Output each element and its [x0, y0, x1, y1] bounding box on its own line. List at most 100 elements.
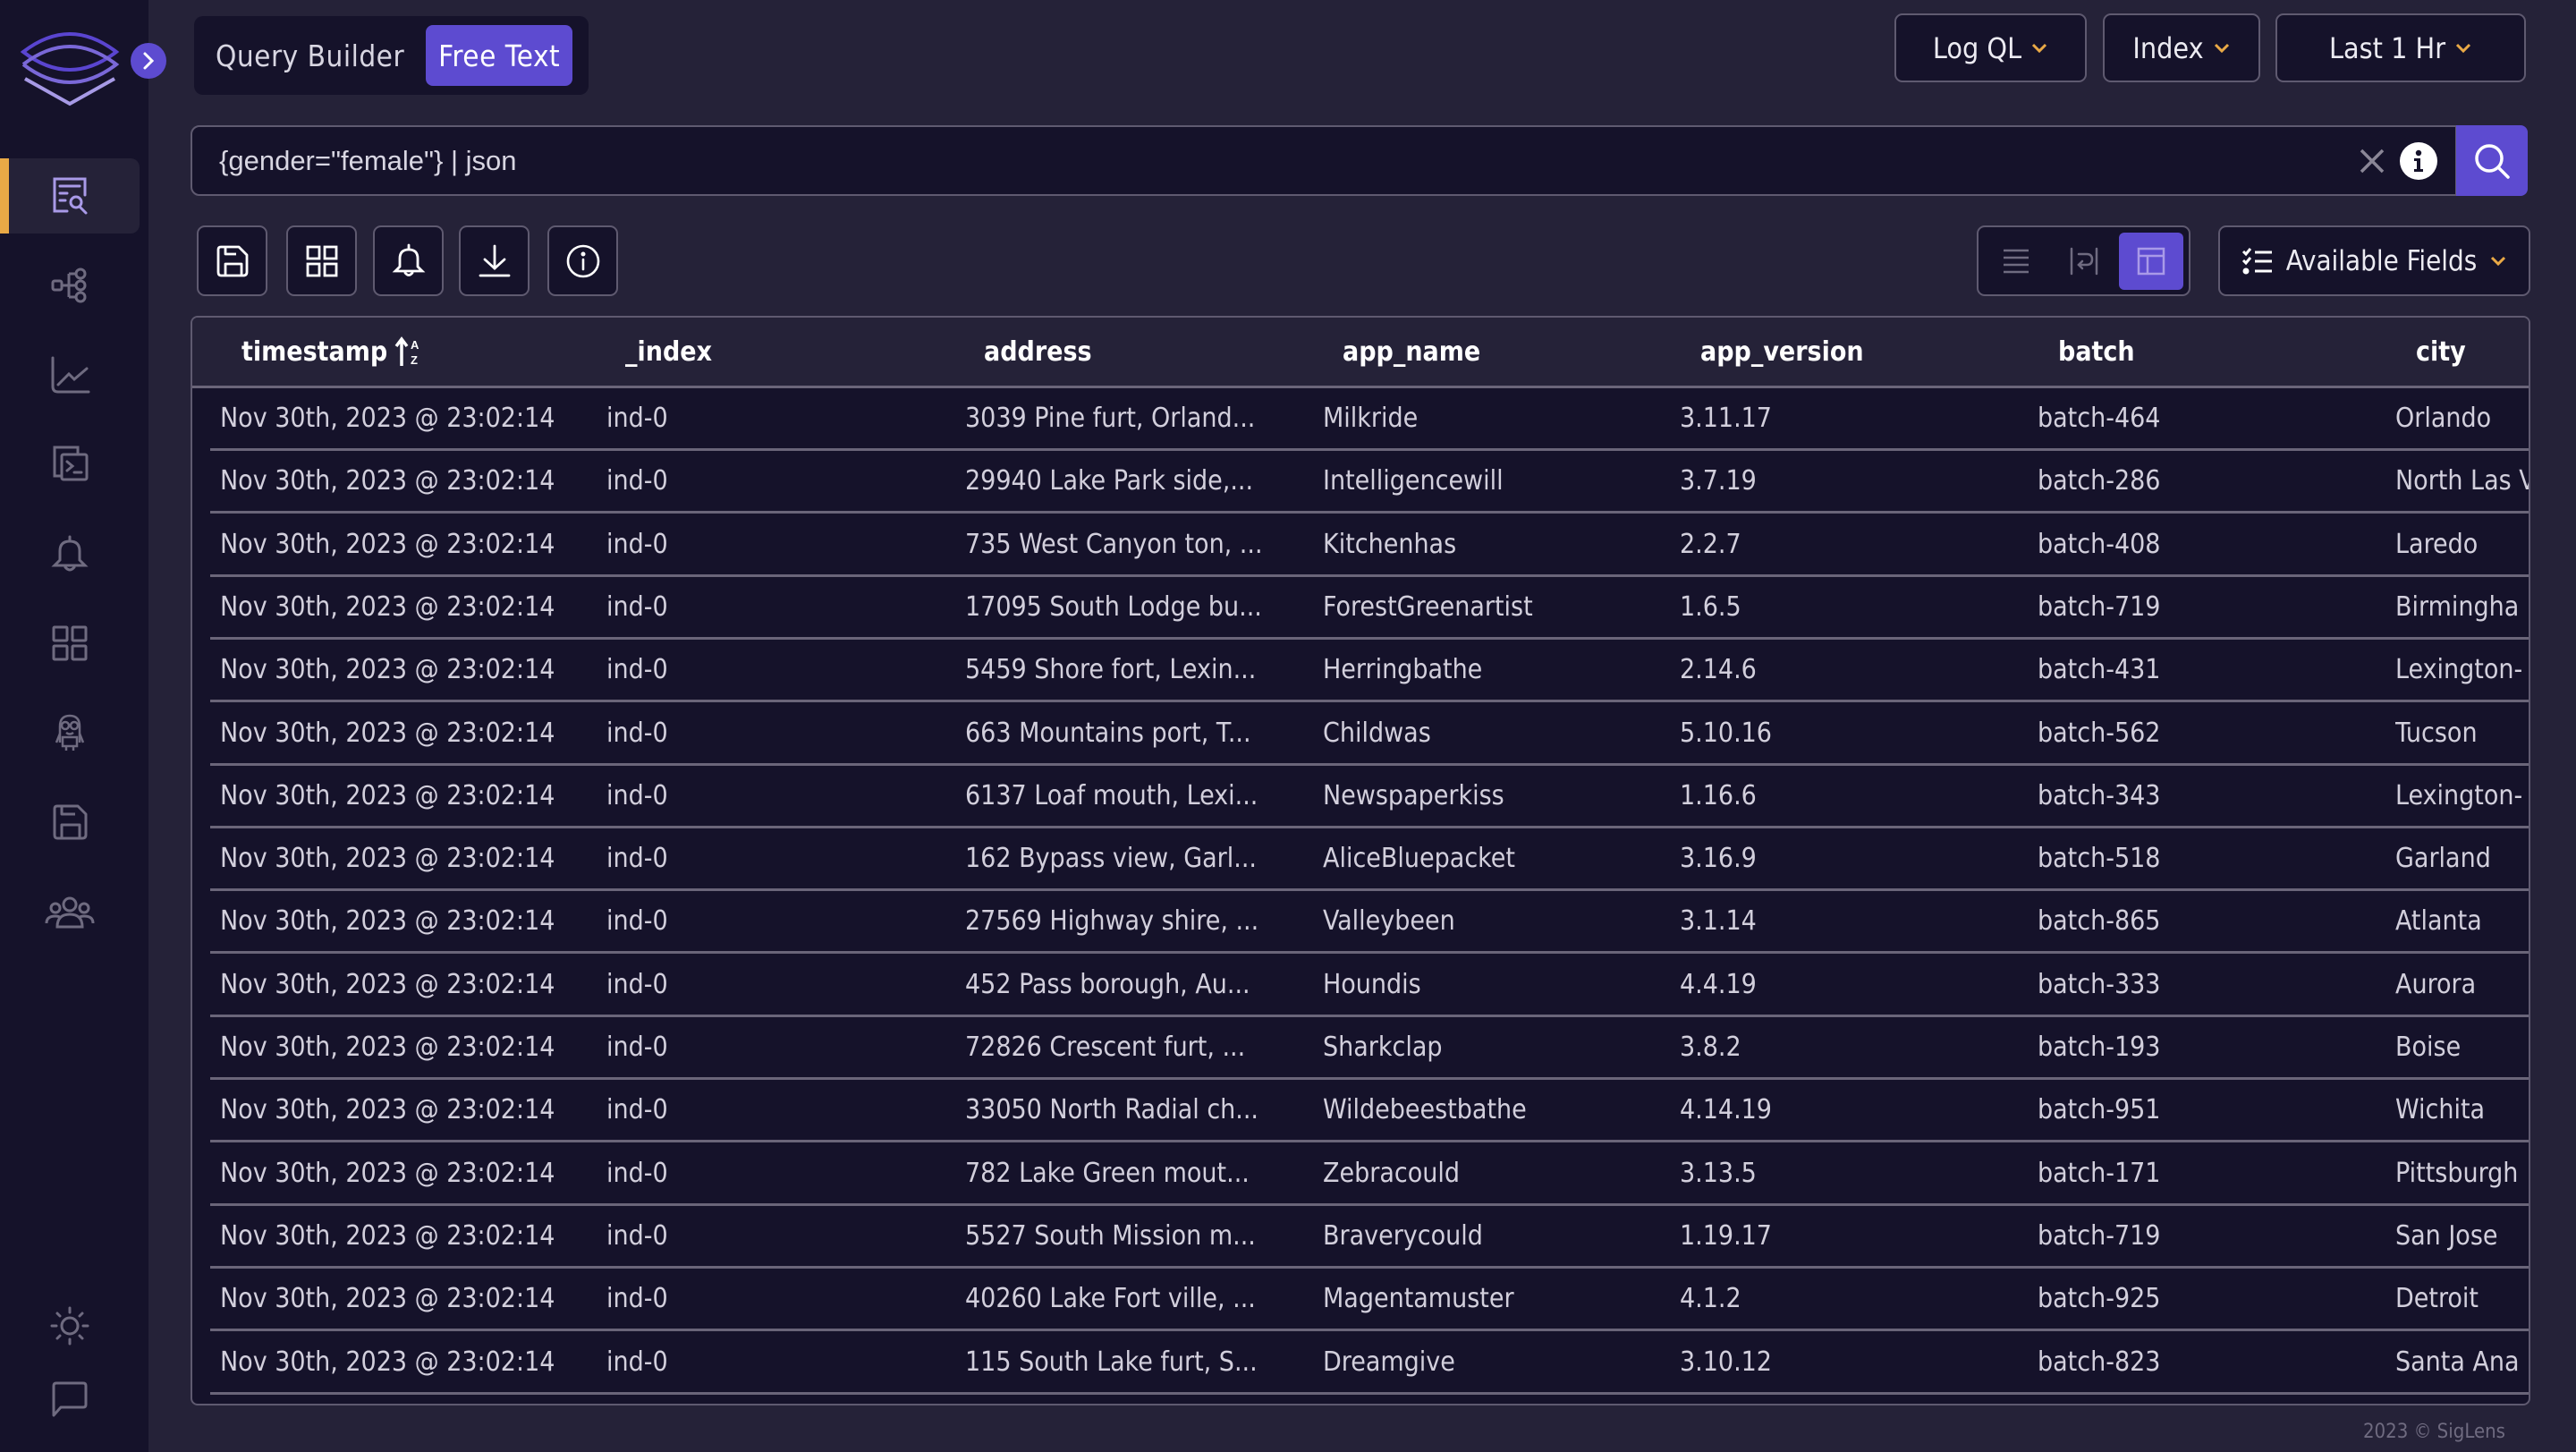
cell-address: 5527 South Mission m... [965, 1219, 1256, 1252]
table-row[interactable]: Nov 30th, 2023 @ 23:02:14 ind-0 72826 Cres… [210, 1017, 2529, 1080]
query-language-dropdown[interactable]: Log QL [1894, 13, 2087, 82]
log-search-icon [53, 177, 88, 215]
sidebar-item-alerts[interactable] [0, 516, 140, 591]
table-row[interactable]: Nov 30th, 2023 @ 23:02:14 ind-0 5459 Shore… [210, 640, 2529, 703]
cell-index: ind-0 [606, 465, 668, 497]
column-header-timestamp[interactable]: timestamp AZ [242, 318, 425, 386]
column-header-index[interactable]: _index [625, 318, 712, 386]
chevron-right-icon [143, 52, 155, 70]
cell-app-version: 4.1.2 [1680, 1283, 1741, 1315]
cell-app-name: ForestGreenartist [1323, 590, 1533, 623]
save-query-button[interactable] [197, 225, 267, 296]
tab-free-text[interactable]: Free Text [426, 25, 573, 86]
cell-index: ind-0 [606, 1283, 668, 1315]
table-icon [2137, 247, 2165, 275]
cell-batch: batch-865 [2038, 905, 2161, 938]
add-to-dashboard-button[interactable] [286, 225, 357, 296]
query-details-button[interactable] [547, 225, 618, 296]
view-wrap-lines-button[interactable] [2052, 233, 2116, 290]
index-dropdown[interactable]: Index [2103, 13, 2260, 82]
cell-city: North Las V [2395, 465, 2530, 497]
cell-index: ind-0 [606, 1346, 668, 1378]
column-header-app-name[interactable]: app_name [1343, 318, 1480, 386]
view-single-line-button[interactable] [1984, 233, 2048, 290]
clear-query-button[interactable] [2351, 140, 2393, 182]
table-row[interactable]: Nov 30th, 2023 @ 23:02:14 ind-0 27569 High… [210, 891, 2529, 955]
cell-app-name: Dreamgive [1323, 1346, 1455, 1378]
table-row[interactable]: Nov 30th, 2023 @ 23:02:14 ind-0 29940 Lake… [210, 451, 2529, 514]
table-row[interactable]: Nov 30th, 2023 @ 23:02:14 ind-0 452 Pass b… [210, 955, 2529, 1017]
table-row[interactable]: Nov 30th, 2023 @ 23:02:14 ind-0 735 West C… [210, 514, 2529, 577]
table-row[interactable]: Nov 30th, 2023 @ 23:02:14 ind-0 5527 South… [210, 1206, 2529, 1269]
cell-app-name: Milkride [1323, 403, 1419, 434]
cell-address: 162 Bypass view, Garl... [965, 843, 1257, 875]
table-row[interactable]: Nov 30th, 2023 @ 23:02:14 ind-0 6137 Loaf … [210, 766, 2529, 828]
cell-address: 27569 Highway shire, ... [965, 905, 1259, 938]
sidebar-item-dashboards[interactable] [0, 606, 140, 681]
sidebar-item-users[interactable] [0, 874, 140, 949]
sidebar-item-minion-searches[interactable] [0, 695, 140, 770]
siglens-logo[interactable] [20, 25, 120, 107]
expand-sidebar-button[interactable] [131, 43, 166, 79]
feedback-button[interactable] [0, 1362, 140, 1437]
cell-timestamp: Nov 30th, 2023 @ 23:02:14 [220, 717, 555, 749]
cell-batch: batch-343 [2038, 779, 2161, 811]
line-chart-icon [51, 356, 90, 394]
cell-city: Aurora [2395, 968, 2477, 1000]
sidebar-item-live-tail[interactable] [0, 427, 140, 502]
table-row[interactable]: Nov 30th, 2023 @ 23:02:14 ind-0 162 Bypass… [210, 828, 2529, 892]
cell-batch: batch-286 [2038, 465, 2161, 497]
cell-timestamp: Nov 30th, 2023 @ 23:02:14 [220, 905, 555, 938]
cell-app-name: Valleybeen [1323, 905, 1455, 938]
chevron-down-icon [2032, 43, 2047, 53]
chevron-down-icon [2455, 43, 2471, 53]
column-header-address[interactable]: address [984, 318, 1092, 386]
column-header-app-version[interactable]: app_version [1700, 318, 1864, 386]
sidebar-item-logs-search[interactable] [0, 158, 140, 234]
tab-query-builder[interactable]: Query Builder [203, 25, 417, 86]
table-row[interactable]: Nov 30th, 2023 @ 23:02:14 ind-0 17095 Sout… [210, 577, 2529, 640]
table-row[interactable]: Nov 30th, 2023 @ 23:02:14 ind-0 40260 Lake… [210, 1269, 2529, 1332]
sidebar-item-metrics[interactable] [0, 337, 140, 412]
cell-batch: batch-333 [2038, 968, 2161, 1000]
table-row[interactable]: Nov 30th, 2023 @ 23:02:14 ind-0 115 South … [210, 1332, 2529, 1395]
create-alert-button[interactable] [373, 225, 444, 296]
time-range-dropdown[interactable]: Last 1 Hr [2275, 13, 2526, 82]
cell-app-name: AliceBluepacket [1323, 843, 1515, 875]
terminal-icon [53, 446, 89, 481]
available-fields-dropdown[interactable]: Available Fields [2218, 225, 2530, 296]
table-row[interactable]: Nov 30th, 2023 @ 23:02:14 ind-0 3039 Pine … [210, 388, 2529, 451]
checklist-icon [2241, 247, 2272, 274]
cell-city: Garland [2395, 843, 2491, 875]
search-button[interactable] [2456, 125, 2528, 196]
theme-toggle-button[interactable] [0, 1288, 140, 1363]
sidebar-item-service-map[interactable] [0, 248, 140, 323]
info-icon [2414, 149, 2423, 172]
bell-icon [392, 243, 425, 276]
view-table-button[interactable] [2119, 232, 2184, 290]
cell-app-version: 3.1.14 [1680, 905, 1757, 938]
cell-timestamp: Nov 30th, 2023 @ 23:02:14 [220, 1094, 555, 1126]
lines-icon [2003, 249, 2029, 273]
download-button[interactable] [459, 225, 530, 296]
query-help-button[interactable] [2400, 141, 2437, 180]
table-row[interactable]: Nov 30th, 2023 @ 23:02:14 ind-0 33050 Nort… [210, 1080, 2529, 1143]
cell-app-name: Braverycould [1323, 1219, 1483, 1252]
column-header-batch[interactable]: batch [2058, 318, 2135, 386]
cell-app-name: Kitchenhas [1323, 528, 1457, 560]
cell-address: 72826 Crescent furt, ... [965, 1032, 1246, 1063]
cell-app-name: Magentamuster [1323, 1283, 1514, 1315]
view-mode-toggle [1977, 225, 2190, 296]
sidebar-item-saved-queries[interactable] [0, 785, 140, 860]
chat-bubble-icon [52, 1381, 88, 1417]
column-header-city[interactable]: city [2416, 318, 2466, 386]
floppy-disk-icon [216, 245, 248, 276]
table-row[interactable]: Nov 30th, 2023 @ 23:02:14 ind-0 782 Lake G… [210, 1143, 2529, 1206]
service-tree-icon [51, 267, 87, 303]
cell-index: ind-0 [606, 654, 668, 686]
cell-address: 3039 Pine furt, Orland... [965, 403, 1256, 434]
query-input[interactable] [192, 127, 2351, 194]
table-row[interactable]: Nov 30th, 2023 @ 23:02:14 ind-0 663 Mounta… [210, 703, 2529, 766]
cell-index: ind-0 [606, 1094, 668, 1126]
cell-batch: batch-823 [2038, 1346, 2161, 1378]
